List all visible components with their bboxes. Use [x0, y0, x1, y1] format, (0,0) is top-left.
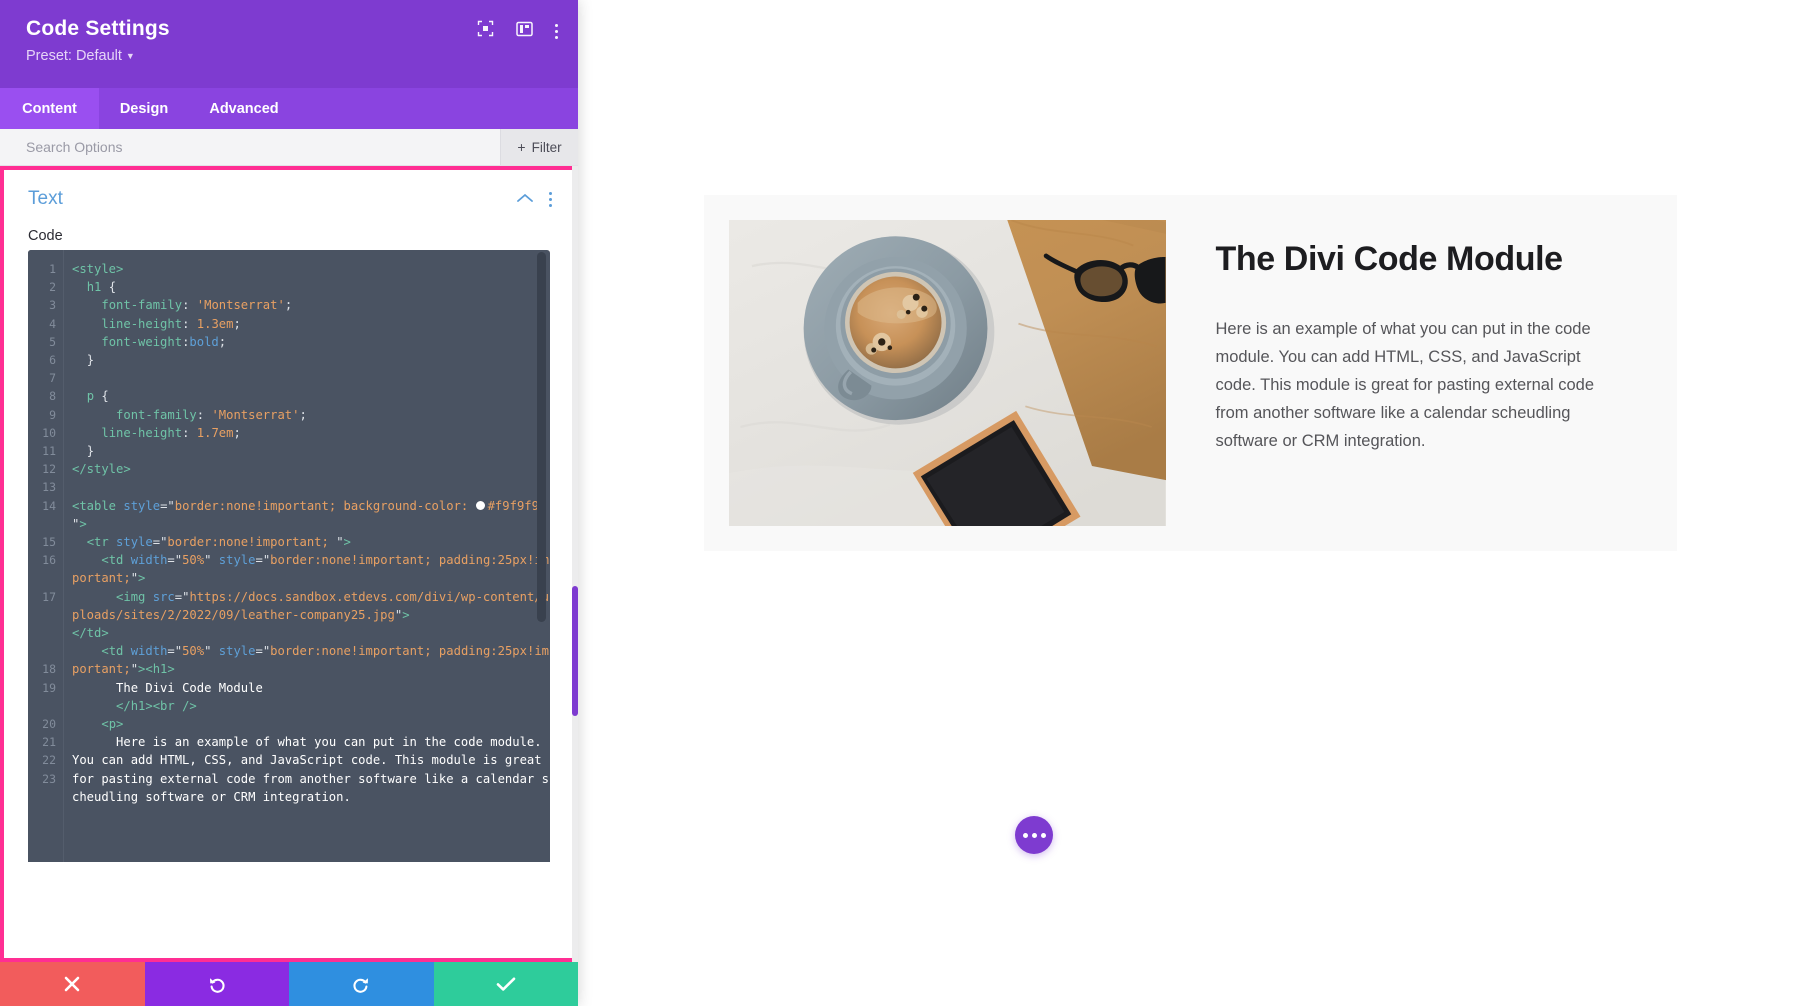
chevron-down-icon: ▼: [125, 51, 135, 62]
line-number: 9: [49, 407, 56, 422]
line-number: 1: [49, 262, 56, 276]
preview-paragraph: Here is an example of what you can put i…: [1215, 320, 1595, 451]
more-vertical-icon[interactable]: [555, 23, 558, 39]
panel-body: Text Code 1 2 3 4 5 6 7 8 9 10 11 12 13 …: [0, 166, 578, 962]
line-number: 17: [42, 589, 56, 604]
group-actions: [517, 190, 552, 208]
line-number: 7: [49, 371, 56, 386]
tab-design[interactable]: Design: [99, 88, 189, 129]
more-horizontal-fab-button[interactable]: [1015, 816, 1053, 854]
code-module-preview[interactable]: The Divi Code Module Here is an example …: [704, 195, 1677, 551]
editor-code-content[interactable]: <style> h1 { font-family: 'Montserrat'; …: [64, 250, 550, 862]
panel-scrollbar-thumb[interactable]: [572, 586, 578, 716]
search-bar: + Filter: [0, 129, 578, 166]
panel-scrollbar[interactable]: [572, 166, 578, 962]
coffee-scene-illustration: [729, 220, 1166, 526]
redo-icon: [353, 978, 369, 993]
line-number: 11: [42, 444, 56, 459]
fullscreen-icon[interactable]: [477, 20, 494, 42]
editor-scrollbar[interactable]: [537, 252, 548, 860]
preset-label: Preset: Default: [26, 48, 122, 64]
preview-heading: The Divi Code Module: [1215, 240, 1564, 278]
preview-image-cell: [704, 195, 1191, 551]
plus-icon: +: [517, 139, 526, 155]
cancel-button[interactable]: [0, 962, 145, 1006]
line-number: 14: [42, 498, 56, 513]
text-option-group: Text Code 1 2 3 4 5 6 7 8 9 10 11 12 13 …: [0, 166, 578, 862]
line-number: 5: [49, 334, 56, 349]
line-number: 22: [42, 753, 56, 768]
check-icon: [496, 977, 516, 991]
line-number: 21: [42, 735, 56, 750]
line-number: 10: [42, 425, 56, 440]
filter-button[interactable]: + Filter: [500, 129, 578, 165]
undo-button[interactable]: [144, 962, 289, 1006]
line-number: 19: [42, 680, 56, 695]
panel-header-icons: [477, 20, 558, 42]
dot: [1022, 832, 1028, 838]
tab-content[interactable]: Content: [0, 88, 99, 129]
line-number: 23: [42, 771, 56, 786]
chevron-up-icon[interactable]: [517, 190, 533, 208]
preview-photo: [729, 220, 1166, 526]
save-button[interactable]: [433, 962, 578, 1006]
filter-button-label: Filter: [531, 139, 562, 155]
redo-button[interactable]: [289, 962, 434, 1006]
group-header: Text: [0, 166, 578, 218]
line-number: 18: [42, 662, 56, 677]
line-number: 15: [42, 535, 56, 550]
group-more-vertical-icon[interactable]: [549, 191, 552, 207]
line-number: 13: [42, 480, 56, 495]
code-editor[interactable]: 1 2 3 4 5 6 7 8 9 10 11 12 13 14 15 16 1…: [28, 250, 550, 862]
preview-stage: The Divi Code Module Here is an example …: [578, 0, 1800, 1006]
preset-selector[interactable]: Preset: Default ▼: [26, 47, 135, 65]
editor-scrollbar-thumb[interactable]: [537, 252, 546, 622]
dot: [1031, 832, 1037, 838]
panel-action-bar: [0, 962, 578, 1006]
line-number: 2: [49, 280, 56, 295]
tab-advanced[interactable]: Advanced: [189, 88, 299, 129]
search-input[interactable]: [0, 129, 500, 165]
close-icon: [64, 976, 80, 992]
code-field-label: Code: [28, 228, 63, 244]
panel-layout-icon[interactable]: [516, 21, 533, 42]
panel-header: Code Settings Preset: Default ▼: [0, 0, 578, 88]
dot: [1040, 832, 1046, 838]
code-settings-panel: Code Settings Preset: Default ▼ Content D…: [0, 0, 578, 1006]
preview-table: The Divi Code Module Here is an example …: [704, 195, 1677, 551]
color-swatch: [475, 500, 485, 510]
group-title[interactable]: Text: [28, 188, 517, 210]
line-number: 4: [49, 316, 56, 331]
line-number: 6: [49, 353, 56, 368]
line-number: 8: [49, 389, 56, 404]
panel-tabs: Content Design Advanced: [0, 88, 578, 129]
line-number: 3: [49, 298, 56, 313]
line-number: 12: [42, 462, 56, 477]
editor-gutter: 1 2 3 4 5 6 7 8 9 10 11 12 13 14 15 16 1…: [28, 250, 64, 862]
line-number: 16: [42, 553, 56, 568]
undo-icon: [209, 978, 225, 993]
line-number: 20: [42, 717, 56, 732]
preview-text-cell: The Divi Code Module Here is an example …: [1191, 195, 1678, 480]
